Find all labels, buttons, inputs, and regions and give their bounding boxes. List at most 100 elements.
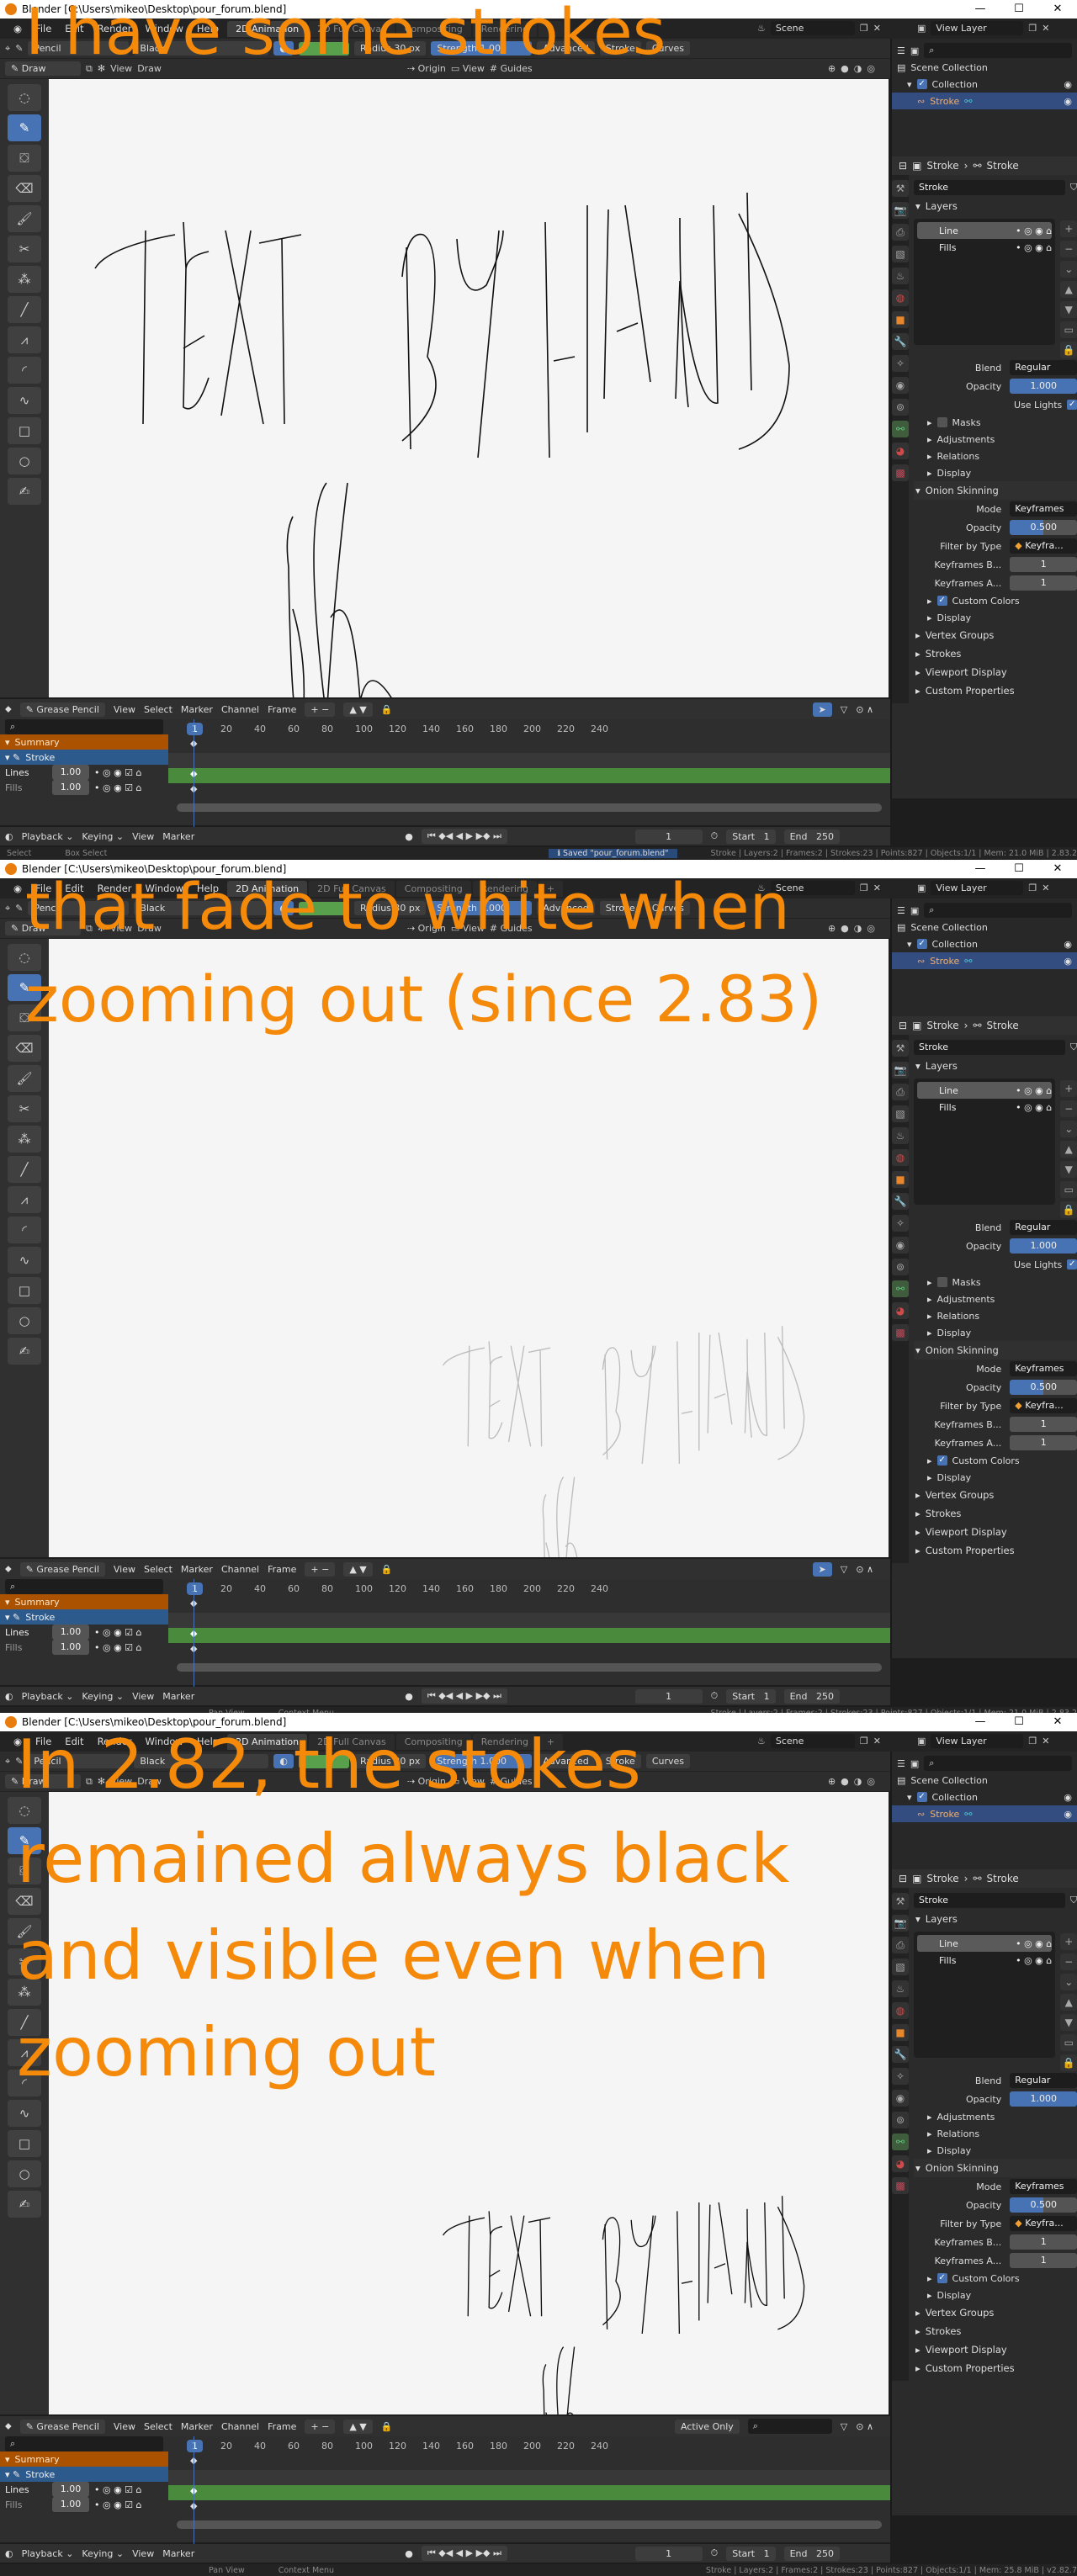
current-frame-indicator[interactable]: 1 (187, 2439, 203, 2452)
texture-tab-icon[interactable]: ▩ (892, 2177, 909, 2194)
dopesheet-mode-dropdown[interactable]: ✎ Grease Pencil (19, 2419, 105, 2434)
horizontal-scrollbar[interactable] (177, 2520, 882, 2529)
current-frame-field[interactable]: 1 (634, 1688, 703, 1704)
shading-material-icon[interactable]: ◑ (854, 1776, 862, 1787)
eye-icon[interactable]: ◉ (1064, 1792, 1072, 1803)
onion-mode-dropdown[interactable]: Keyframes (1010, 2179, 1077, 2194)
radius-field[interactable]: Radius 30 px (354, 901, 427, 915)
menu-render[interactable]: Render (91, 1736, 139, 1747)
dopesheet-menu-marker[interactable]: Marker (181, 2421, 213, 2432)
layer-item-fills[interactable]: Fills • ◎ ◉ ⌂ (917, 239, 1052, 256)
record-button[interactable]: ● (405, 2548, 413, 2559)
layer-item-line[interactable]: Line • ◎ ◉ ⌂ (917, 1082, 1053, 1099)
stopwatch-icon[interactable]: ⏱ (711, 830, 719, 842)
masks-checkbox[interactable] (936, 1277, 947, 1287)
tab-compositing[interactable]: Compositing (395, 880, 471, 897)
timeline-marker-menu[interactable]: Marker (162, 831, 194, 842)
filter-by-type-dropdown[interactable]: ◆ Keyfra... (1010, 1398, 1077, 1413)
menu-render[interactable]: Render (91, 23, 139, 34)
stroke-dropdown[interactable]: Stroke (599, 1754, 641, 1768)
channel-summary[interactable]: ▾ Summary (0, 734, 168, 750)
dopesheet-menu-channel[interactable]: Channel (221, 1564, 259, 1575)
move-layer-down-button[interactable]: ▼ (1060, 2014, 1077, 2031)
scene-selector[interactable]: Scene (770, 1734, 855, 1748)
custom-colors-checkbox[interactable]: ✓ (936, 596, 947, 606)
effects-tab-icon[interactable]: ✧ (892, 355, 909, 372)
use-lights-checkbox[interactable]: ✓ (1067, 400, 1077, 410)
outliner-search[interactable]: ⌕ (924, 43, 1072, 58)
view-menu[interactable]: View (110, 1776, 132, 1787)
viewport-display-panel[interactable]: ▸ Viewport Display (914, 1523, 1077, 1541)
shading-rendered-icon[interactable]: ◎ (867, 1776, 875, 1787)
minimize-button[interactable]: — (961, 1713, 1000, 1731)
render-tab-icon[interactable]: 📷 (892, 202, 909, 219)
tab-rendering[interactable]: Rendering (472, 880, 537, 897)
dopesheet-menu-view[interactable]: View (114, 1564, 135, 1575)
fake-user-icon[interactable]: ⛉ (1070, 182, 1077, 193)
menu-window[interactable]: Window (139, 1736, 190, 1747)
menu-file[interactable]: File (29, 23, 58, 34)
tool-box-icon[interactable]: □ (8, 417, 41, 444)
adjustments-subpanel[interactable]: ▸ Adjustments (914, 1291, 1077, 1307)
blend-dropdown[interactable]: Regular (1010, 2073, 1077, 2088)
brush-selector[interactable]: Pencil (28, 41, 130, 56)
current-frame-indicator[interactable]: 1 (187, 1582, 203, 1595)
add-workspace-button[interactable]: + (538, 1733, 564, 1750)
expand-icon[interactable]: ▾ (907, 939, 912, 950)
channel-search-input[interactable]: ⌕ (5, 2436, 163, 2451)
active-only-toggle[interactable]: Active Only (675, 2419, 740, 2434)
datablock-selector[interactable]: Stroke (914, 180, 1065, 195)
tool-line-icon[interactable]: ╱ (8, 296, 41, 323)
editor-type-icon[interactable]: ⊟ (899, 160, 907, 172)
outliner-scene-collection[interactable]: ▤ Scene Collection (897, 919, 1072, 936)
menu-help[interactable]: Help (190, 1736, 225, 1747)
keyframe-area[interactable]: 120406080100120140160180200220240 ◆ ◆ ◆ (168, 2436, 890, 2546)
menu-edit[interactable]: Edit (58, 883, 90, 894)
relations-subpanel[interactable]: ▸ Relations (914, 448, 1077, 464)
remove-layer-button[interactable]: − (1060, 1953, 1077, 1970)
layer-toggles-icon[interactable]: • ◎ ◉ ⌂ (1016, 1955, 1052, 1966)
strokes-panel[interactable]: ▸ Strokes (914, 644, 1077, 663)
tool-curve-icon[interactable]: ∿ (8, 1247, 41, 1274)
add-workspace-button[interactable]: + (538, 20, 564, 37)
advanced-dropdown[interactable]: Advanced (537, 1754, 595, 1768)
menu-file[interactable]: File (29, 1736, 58, 1747)
move-layer-buttons[interactable]: ▲ ▼ (343, 1561, 373, 1577)
constraints-tab-icon[interactable]: ⊚ (892, 2112, 909, 2128)
new-view-layer-icon[interactable]: ❐ (1028, 1736, 1037, 1746)
close-button[interactable]: ✕ (1038, 1713, 1077, 1731)
layer-toggles-icon[interactable]: • ◎ ◉ ⌂ (1016, 225, 1052, 236)
shading-solid-icon[interactable]: ● (841, 923, 849, 934)
custom-colors-subpanel[interactable]: ▸ ✓ Custom Colors (914, 1452, 1077, 1469)
menu-window[interactable]: Window (139, 883, 190, 894)
outliner-object-stroke[interactable]: ∾ Stroke ⚯ ◉ (892, 93, 1077, 109)
tool-polyline-icon[interactable]: ⩘ (8, 1186, 41, 1213)
eye-icon[interactable]: ◉ (1064, 939, 1072, 950)
scene-tab-icon[interactable]: ♨ (892, 1127, 909, 1144)
world-tab-icon[interactable]: ◍ (892, 2002, 909, 2019)
expand-icon[interactable]: ▾ (907, 79, 912, 90)
tool-curve-icon[interactable]: ∿ (8, 387, 41, 414)
tool-annotate-icon[interactable]: ✍ (8, 1338, 41, 1365)
move-layer-up-button[interactable]: ▲ (1060, 281, 1077, 298)
view-layer-tab-icon[interactable]: ▧ (892, 1105, 909, 1122)
object-mode-icon[interactable]: ⌖ (5, 1756, 10, 1768)
current-frame-indicator[interactable]: 1 (187, 722, 203, 735)
playback-controls[interactable]: ⏮ ◆◀ ◀ ▶ ▶◆ ⏭ (421, 1688, 507, 1704)
dopesheet-menu-frame[interactable]: Frame (268, 2421, 296, 2432)
view-menu[interactable]: View (110, 63, 132, 74)
filter-icon[interactable]: ▣ (910, 1758, 919, 1769)
onion-skinning-panel-header[interactable]: ▾ Onion Skinning (914, 481, 1077, 500)
shading-wireframe-icon[interactable]: ⊕ (828, 923, 836, 934)
tool-select-circle-icon[interactable]: ◌ (8, 84, 41, 111)
layers-panel-header[interactable]: ▾ Layers (914, 1057, 1077, 1075)
tab-2d-animation[interactable]: 2D Animation (227, 880, 308, 897)
frame-ruler[interactable]: 1 20 40 60 80 100 120 140 160 180 200 220 240 (168, 1579, 890, 1598)
add-layer-button[interactable]: + − (305, 1561, 336, 1577)
collection-checkbox[interactable]: ✓ (916, 79, 927, 89)
keyframes-before-field[interactable]: 1 (1010, 2234, 1077, 2250)
layer-opacity-field[interactable]: 1.000 (1010, 379, 1077, 394)
shading-rendered-icon[interactable]: ◎ (867, 923, 875, 934)
editor-type-icon[interactable]: ◐ (5, 1691, 13, 1702)
vertex-groups-panel[interactable]: ▸ Vertex Groups (914, 2303, 1077, 2322)
